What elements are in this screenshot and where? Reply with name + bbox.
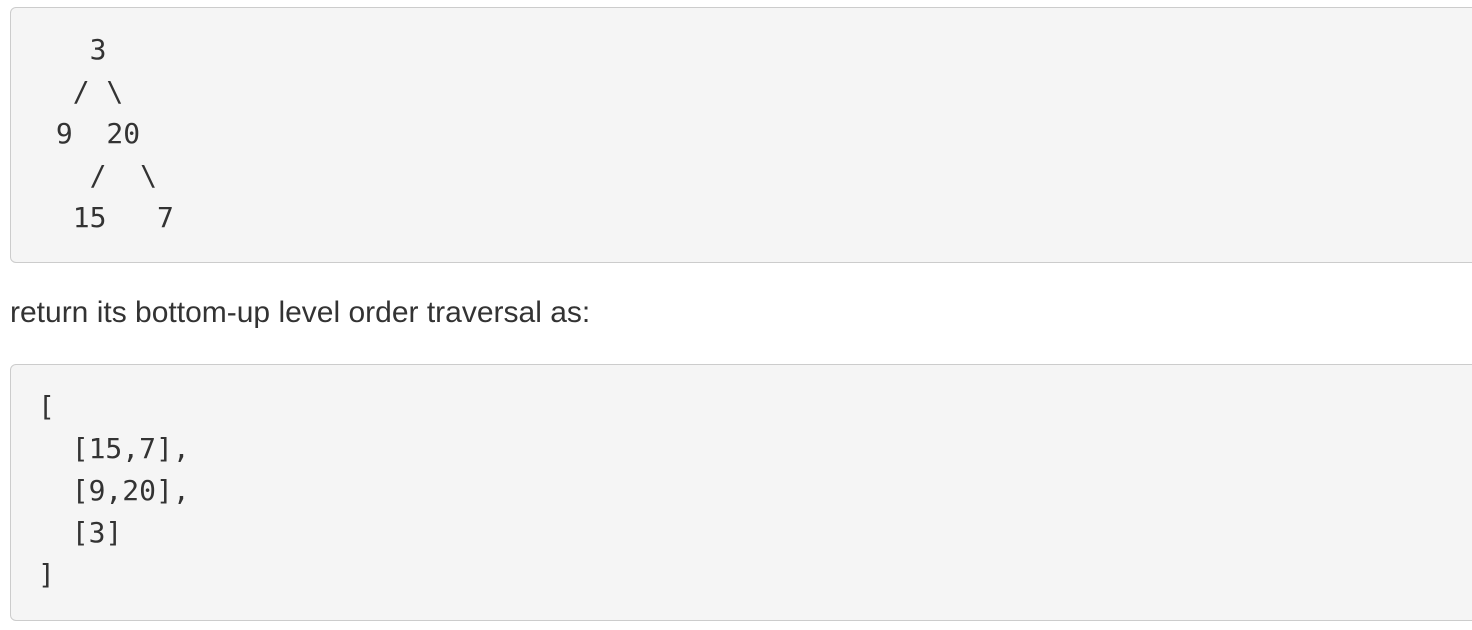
code-line: 9 20 [39,117,141,150]
tree-code-block: 3 / \ 9 20 / \ 15 7 [10,7,1472,263]
code-line: ] [38,558,55,591]
code-line: [15,7], [38,432,190,465]
result-code-block: [ [15,7], [9,20], [3]] [10,364,1472,621]
code-line: / \ [39,75,124,108]
code-line: [ [38,390,55,423]
code-line: / \ [39,159,158,192]
code-line: 15 7 [39,201,174,234]
code-line: [3] [38,516,123,549]
description-text: return its bottom-up level order travers… [10,296,591,329]
code-line: [9,20], [38,474,190,507]
code-line: 3 [39,33,107,66]
